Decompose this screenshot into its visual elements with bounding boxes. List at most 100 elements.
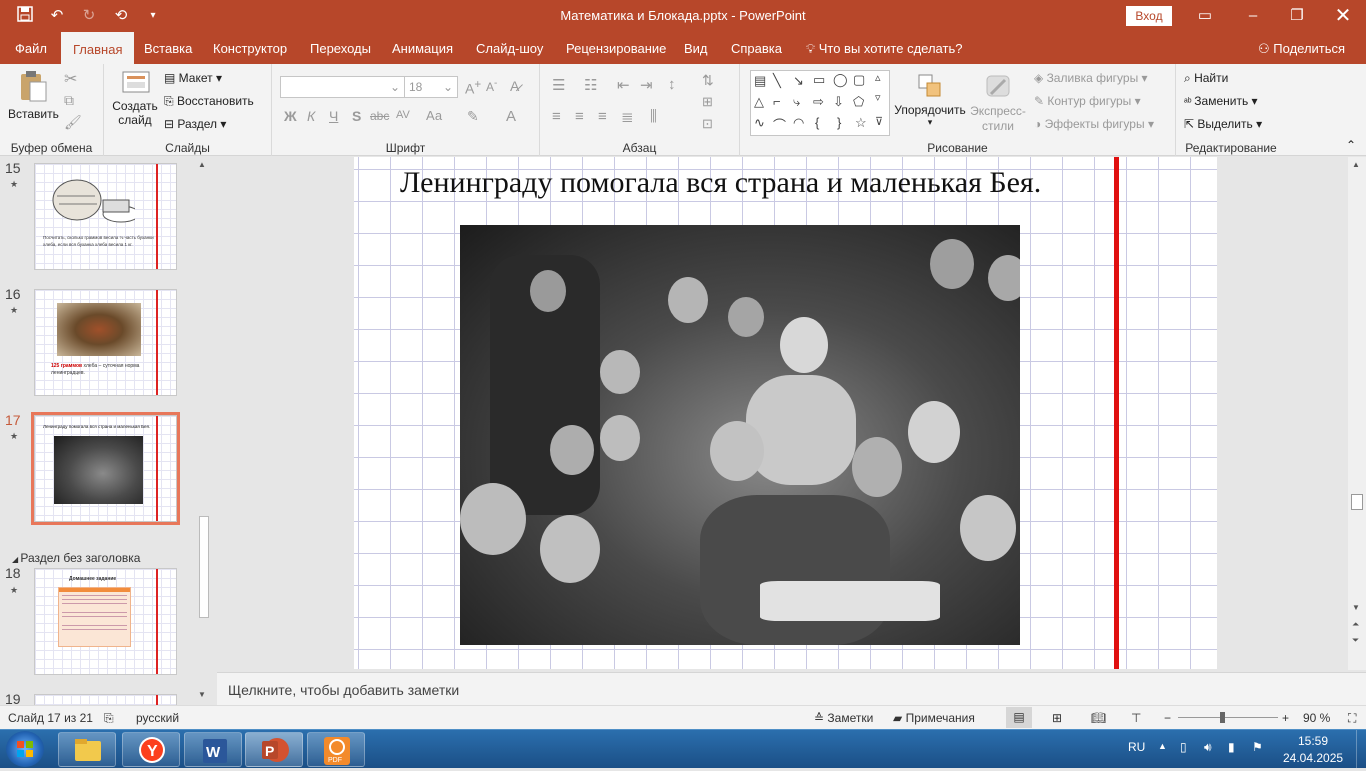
smartart-icon[interactable]: ⊡ <box>702 116 713 132</box>
scroll-up-icon[interactable]: ▲ <box>198 160 206 169</box>
thumbnail-scrollbar[interactable]: ▲ ▼ <box>196 158 212 704</box>
clock-time[interactable]: 15:59 <box>1298 734 1328 748</box>
right-arrow-shape-icon[interactable]: ⇨ <box>813 94 824 110</box>
scroll-down-icon[interactable]: ▼ <box>198 690 206 699</box>
slide-sorter-icon[interactable]: ⊞ <box>1052 711 1062 725</box>
scroll-down-icon[interactable]: ▼ <box>1352 603 1360 612</box>
volume-icon[interactable]: 🔊︎ <box>1204 740 1212 755</box>
decrease-font-icon[interactable]: A- <box>486 78 497 94</box>
start-button[interactable] <box>6 731 44 767</box>
arrange-button[interactable]: Упорядочить ▾ <box>892 72 968 128</box>
paste-button[interactable]: Вставить <box>8 70 59 136</box>
line-spacing-icon[interactable]: ↕ <box>668 76 676 93</box>
tab-slideshow[interactable]: Слайд-шоу <box>476 32 543 64</box>
tab-design[interactable]: Конструктор <box>213 32 287 64</box>
zoom-in-icon[interactable]: + <box>1282 711 1289 725</box>
scroll-thumb[interactable] <box>1351 494 1363 510</box>
replace-button[interactable]: ᵃᵇ Заменить ▾ <box>1184 94 1258 108</box>
word-icon[interactable]: W <box>184 732 242 767</box>
notes-placeholder[interactable]: Щелкните, чтобы добавить заметки <box>228 682 459 698</box>
right-brace-shape-icon[interactable]: } <box>837 115 841 130</box>
gallery-scroll-up-icon[interactable]: ▵ <box>875 71 881 84</box>
minimize-icon[interactable]: – <box>1241 4 1265 28</box>
fit-to-window-icon[interactable]: ⛶ <box>1348 711 1356 726</box>
zoom-slider[interactable] <box>1178 717 1278 718</box>
zoom-level[interactable]: 90 % <box>1303 711 1330 725</box>
copy-icon[interactable]: ⧉ <box>64 92 74 109</box>
tab-help[interactable]: Справка <box>731 32 782 64</box>
next-slide-icon[interactable]: ⏷ <box>1352 635 1359 646</box>
elbow-arrow-icon[interactable]: ⤷ <box>793 94 800 110</box>
increase-indent-icon[interactable]: ⇥ <box>640 76 653 94</box>
shapes-gallery[interactable]: ▤ ╲ ↘ ▭ ◯ ▢ △ ⌐ ⤷ ⇨ ⇩ ⬠ ∿ ⌒ ◠ { } ☆ ▵ ▿ … <box>750 70 890 136</box>
clock-date[interactable]: 24.04.2025 <box>1283 751 1343 765</box>
quick-styles-button[interactable]: Экспресс-стили <box>968 72 1028 134</box>
new-slide-button[interactable]: Создать слайд <box>112 70 158 127</box>
layout-button[interactable]: ▤ Макет ▾ <box>164 71 222 85</box>
freeform-shape-icon[interactable]: ∿ <box>754 115 765 131</box>
gallery-more-icon[interactable]: ⊽ <box>875 115 883 128</box>
tab-animations[interactable]: Анимация <box>392 32 453 64</box>
close-icon[interactable]: ✕ <box>1331 4 1355 28</box>
pentagon-shape-icon[interactable]: ⬠ <box>853 94 864 110</box>
align-text-icon[interactable]: ⊞ <box>702 94 713 110</box>
highlight-icon[interactable]: ✎ <box>467 108 479 125</box>
bold-button[interactable]: Ж <box>284 108 297 124</box>
tab-review[interactable]: Рецензирование <box>566 32 666 64</box>
shape-effects-button[interactable]: ◑ Эффекты фигуры ▾ <box>1034 117 1154 131</box>
zoom-slider-thumb[interactable] <box>1220 712 1225 723</box>
editor-scrollbar[interactable]: ▲ ▼ ⏶ ⏷ <box>1348 157 1366 670</box>
shape-outline-button[interactable]: ✎ Контур фигуры ▾ <box>1034 94 1141 108</box>
spellcheck-icon[interactable]: ⎘ <box>104 711 114 726</box>
elbow-connector-icon[interactable]: ⌐ <box>773 94 781 109</box>
bullets-icon[interactable]: ☰ <box>552 76 565 94</box>
font-name-box[interactable]: ⌄ <box>280 76 405 98</box>
textbox-shape-icon[interactable]: ▤ <box>754 73 766 89</box>
font-size-box[interactable]: 18 ⌄ <box>404 76 458 98</box>
numbering-icon[interactable]: ☷ <box>584 76 597 94</box>
align-left-icon[interactable]: ≡ <box>552 108 561 125</box>
slide-thumbnail-16[interactable]: 125 граммов хлеба – суточная норма ленин… <box>34 289 177 396</box>
justify-icon[interactable]: ≣ <box>621 108 634 126</box>
font-color-button[interactable]: A <box>506 108 516 125</box>
tab-home[interactable]: Главная <box>61 32 135 64</box>
shadow-button[interactable]: S <box>352 108 361 124</box>
language-indicator[interactable]: русский <box>136 711 179 725</box>
slideshow-icon[interactable]: ⊤ <box>1131 711 1141 725</box>
italic-button[interactable]: К <box>307 108 315 124</box>
ribbon-display-options-icon[interactable]: ▭ <box>1193 4 1217 28</box>
children-photo[interactable] <box>460 225 1020 645</box>
rectangle-shape-icon[interactable]: ▭ <box>813 72 825 88</box>
zoom-out-icon[interactable]: − <box>1164 711 1171 725</box>
yandex-browser-icon[interactable]: Y <box>122 732 180 767</box>
action-center-icon[interactable]: ⚑ <box>1252 740 1263 754</box>
align-right-icon[interactable]: ≡ <box>598 108 607 125</box>
rounded-rect-shape-icon[interactable]: ▢ <box>853 72 865 88</box>
triangle-shape-icon[interactable]: △ <box>754 94 764 110</box>
align-center-icon[interactable]: ≡ <box>575 108 584 125</box>
section-header[interactable]: ◢ Раздел без заголовка <box>12 551 140 565</box>
arrow-shape-icon[interactable]: ↘ <box>793 73 804 89</box>
notes-toggle[interactable]: ≙ Заметки <box>814 711 873 725</box>
slide-thumbnail-17[interactable]: Ленинграду помогала вся страна и маленьк… <box>31 412 180 525</box>
comments-toggle[interactable]: ▰ Примечания <box>893 711 975 725</box>
show-hidden-icons-icon[interactable]: ▲ <box>1158 741 1167 751</box>
login-button[interactable]: Вход <box>1126 6 1172 26</box>
star-shape-icon[interactable]: ☆ <box>855 115 867 131</box>
restore-icon[interactable]: ❐ <box>1285 4 1309 28</box>
show-desktop-button[interactable] <box>1356 730 1366 768</box>
shape-fill-button[interactable]: ◈ Заливка фигуры ▾ <box>1034 71 1148 85</box>
network-icon[interactable]: ▮ <box>1228 740 1235 754</box>
tab-file[interactable]: Файл <box>15 32 47 64</box>
scroll-thumb[interactable] <box>199 516 209 618</box>
explorer-icon[interactable] <box>58 732 116 767</box>
oval-shape-icon[interactable]: ◯ <box>833 72 848 88</box>
line-shape-icon[interactable]: ╲ <box>773 73 781 89</box>
arc-shape-icon[interactable]: ◠ <box>793 115 804 131</box>
left-brace-shape-icon[interactable]: { <box>815 115 819 130</box>
clear-format-icon[interactable]: A̷ <box>510 78 519 94</box>
keyboard-language[interactable]: RU <box>1128 740 1145 754</box>
current-slide[interactable]: Ленинграду помогала вся страна и маленьк… <box>354 157 1217 669</box>
text-direction-icon[interactable]: ⇅ <box>702 72 714 89</box>
pdf-icon[interactable]: PDF <box>307 732 365 767</box>
